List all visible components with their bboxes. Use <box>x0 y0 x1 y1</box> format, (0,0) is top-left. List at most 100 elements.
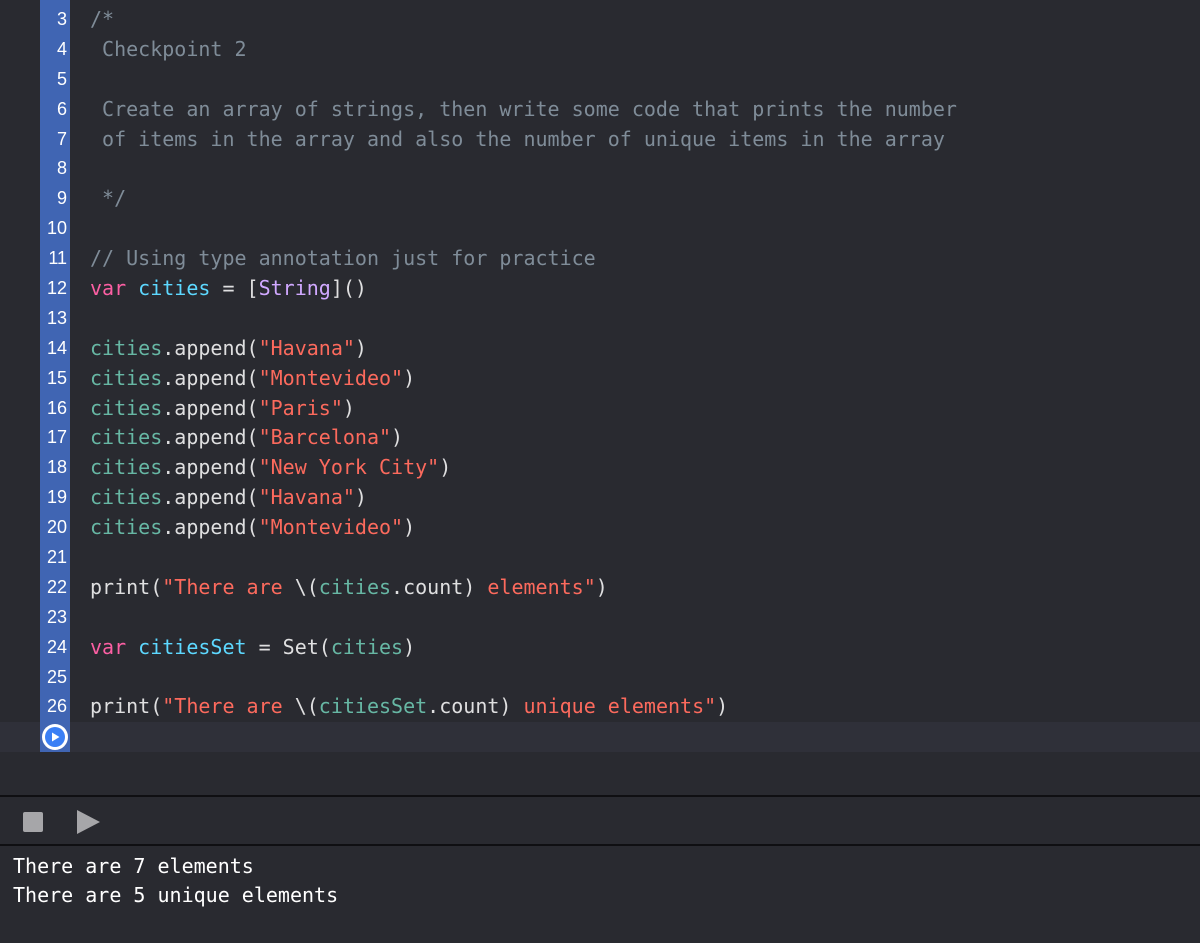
code-line[interactable]: 22 print("There are \(cities.count) eleme… <box>0 573 1200 603</box>
code-token-string: "Barcelona" <box>258 425 392 450</box>
code-line[interactable]: 26 print("There are \(citiesSet.count) un… <box>0 692 1200 722</box>
code-text: var citiesSet = Set(cities) <box>90 633 415 663</box>
code-text: of items in the array and also the numbe… <box>90 125 945 155</box>
code-token-string: unique elements" <box>511 694 717 719</box>
code-token-string: "There are <box>162 574 295 599</box>
code-token-plain: print( <box>90 574 163 599</box>
console-line: There are 5 unique elements <box>13 883 339 907</box>
code-token-plain: ) <box>403 365 416 390</box>
stop-button[interactable] <box>23 812 43 832</box>
code-line[interactable]: 7 of items in the array and also the num… <box>0 125 1200 155</box>
code-line[interactable]: 3 /* <box>0 5 1200 35</box>
code-token-string: elements" <box>475 574 596 599</box>
code-token-plain: = [ <box>210 276 259 301</box>
code-text: cities.append("Havana") <box>90 334 367 364</box>
code-line[interactable]: 14 cities.append("Havana") <box>0 334 1200 364</box>
code-line[interactable]: 16 cities.append("Paris") <box>0 394 1200 424</box>
code-token-identifier: cities <box>90 365 163 390</box>
code-line[interactable]: 24 var citiesSet = Set(cities) <box>0 633 1200 663</box>
code-token-plain: print( <box>90 694 163 719</box>
play-button[interactable] <box>76 810 100 834</box>
line-number: 19 <box>46 487 67 508</box>
line-number: 6 <box>56 98 67 119</box>
line-number: 13 <box>46 307 67 328</box>
code-line[interactable]: 23 <box>0 603 1200 633</box>
code-token-identifier: cities <box>318 574 392 599</box>
line-number: 12 <box>46 278 67 299</box>
line-number: 17 <box>46 427 67 448</box>
line-number: 16 <box>46 397 67 418</box>
code-token-plain: ) <box>403 634 416 659</box>
code-token-comment: Checkpoint 2 <box>90 36 247 61</box>
code-text: Create an array of strings, then write s… <box>90 95 957 125</box>
code-token-identifier: cities <box>90 425 163 450</box>
console-line: There are 7 elements <box>13 854 254 878</box>
code-token-plain: \( <box>294 574 319 599</box>
code-line[interactable]: 19 cities.append("Havana") <box>0 483 1200 513</box>
code-token-keyword: var <box>90 634 127 659</box>
code-line[interactable]: 5 <box>0 65 1200 95</box>
code-token-plain: ) <box>391 425 404 450</box>
code-token-plain: ]() <box>330 276 367 301</box>
line-number: 18 <box>46 457 67 478</box>
code-line[interactable]: 8 <box>0 154 1200 184</box>
code-token-string: "There are <box>162 694 295 719</box>
code-token-identifier: cities <box>330 634 404 659</box>
code-text: /* <box>90 5 114 35</box>
code-line[interactable]: 4 Checkpoint 2 <box>0 35 1200 65</box>
code-editor[interactable]: 3 /* 4 Checkpoint 2 5 6 Create an array of s… <box>0 0 1200 795</box>
code-line[interactable]: 11 // Using type annotation just for prac… <box>0 244 1200 274</box>
line-number: 4 <box>56 38 67 59</box>
line-number: 11 <box>48 248 67 269</box>
code-token-plain: .append( <box>162 335 259 360</box>
code-line[interactable]: 15 cities.append("Montevideo") <box>0 364 1200 394</box>
code-token-plain: .append( <box>162 515 259 540</box>
code-token-plain: .append( <box>162 485 259 510</box>
code-token-plain: = Set( <box>246 634 331 659</box>
code-token-type: String <box>258 276 331 301</box>
code-text: cities.append("Montevideo") <box>90 364 415 394</box>
code-text: cities.append("Barcelona") <box>90 423 403 453</box>
code-token-plain: .count) <box>427 694 512 719</box>
line-number: 8 <box>56 158 67 179</box>
code-token-string: "Havana" <box>258 485 355 510</box>
line-number: 26 <box>46 696 67 717</box>
code-token-comment: */ <box>90 186 127 211</box>
line-number: 15 <box>46 367 67 388</box>
code-line[interactable]: 9 */ <box>0 184 1200 214</box>
run-to-line-button[interactable] <box>42 724 68 750</box>
console-output: There are 7 elements There are 5 unique … <box>0 846 1200 943</box>
code-line[interactable]: 18 cities.append("New York City") <box>0 453 1200 483</box>
code-token-plain: \( <box>294 694 319 719</box>
code-line[interactable]: 17 cities.append("Barcelona") <box>0 423 1200 453</box>
line-number: 10 <box>46 218 67 239</box>
code-line[interactable]: 21 <box>0 543 1200 573</box>
play-icon <box>77 810 100 834</box>
code-token-plain: .append( <box>162 395 259 420</box>
code-line[interactable]: 12 var cities = [String]() <box>0 274 1200 304</box>
code-token-identifier: cities <box>90 515 163 540</box>
line-number: 5 <box>56 68 67 89</box>
code-token-plain: .append( <box>162 455 259 480</box>
code-token-var-declaration: citiesSet <box>138 634 247 659</box>
code-line[interactable]: 20 cities.append("Montevideo") <box>0 513 1200 543</box>
line-number: 7 <box>56 128 67 149</box>
code-line[interactable]: 10 <box>0 214 1200 244</box>
code-line[interactable]: 13 <box>0 304 1200 334</box>
code-token-comment: Create an array of strings, then write s… <box>90 96 957 121</box>
code-token-string: "Montevideo" <box>258 515 404 540</box>
code-token-identifier: citiesSet <box>318 694 428 719</box>
code-line[interactable]: 6 Create an array of strings, then write… <box>0 95 1200 125</box>
code-token-string: "Montevideo" <box>258 365 404 390</box>
code-token-plain: ) <box>403 515 416 540</box>
code-token-identifier: cities <box>90 335 163 360</box>
code-token-identifier: cities <box>90 485 163 510</box>
code-token-plain: ) <box>439 455 452 480</box>
line-number: 3 <box>56 9 67 29</box>
code-token-string: "Havana" <box>258 335 355 360</box>
code-token-plain: ) <box>716 694 729 719</box>
code-line[interactable]: 25 <box>0 663 1200 693</box>
code-token-plain: ) <box>595 574 608 599</box>
